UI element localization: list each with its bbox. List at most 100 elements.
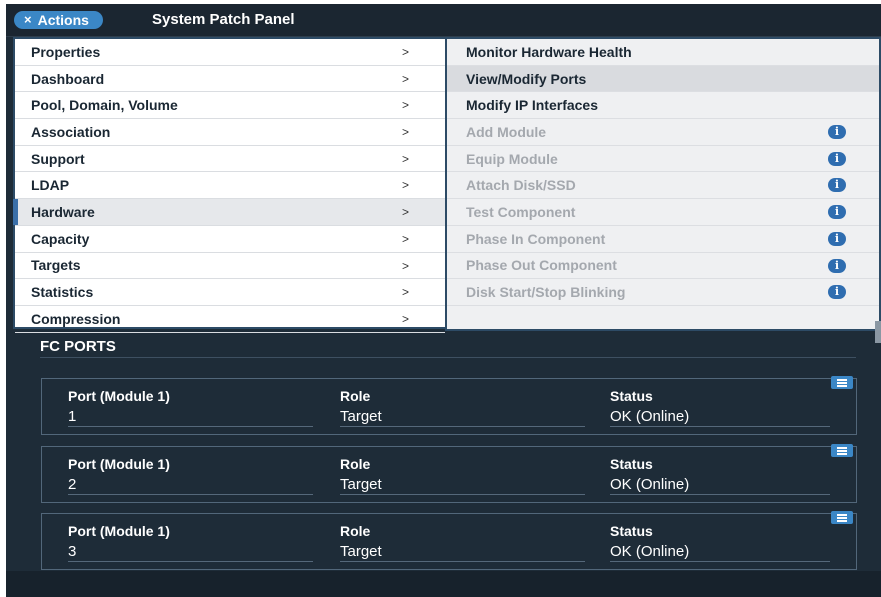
status-value: OK (Online) — [610, 476, 690, 493]
info-icon[interactable]: i — [828, 125, 846, 140]
info-icon[interactable]: i — [828, 178, 846, 193]
section-divider — [40, 357, 856, 358]
field-underline — [68, 561, 313, 562]
title-bar: × Actions System Patch Panel — [6, 4, 881, 37]
chevron-right-icon: > — [402, 151, 410, 166]
field-underline — [68, 494, 313, 495]
system-patch-panel-window: × Actions System Patch Panel Properties >… — [6, 4, 881, 597]
menu-item-label: Capacity — [31, 230, 90, 247]
close-icon[interactable]: × — [24, 11, 32, 29]
menu-item-label: Statistics — [31, 284, 94, 301]
submenu-item-label: Add Module — [466, 123, 547, 140]
menu-item-label: Support — [31, 150, 85, 167]
status-column-label: Status — [610, 523, 653, 539]
bottom-bar — [6, 571, 881, 597]
submenu-item-monitor-hardware-health[interactable]: Monitor Hardware Health — [447, 39, 879, 66]
chevron-right-icon: > — [402, 258, 410, 273]
chevron-right-icon: > — [402, 45, 410, 59]
submenu-item-label: View/Modify Ports — [466, 70, 587, 87]
submenu-item-disk-start-stop-blinking[interactable]: Disk Start/Stop Blinking i — [447, 279, 879, 306]
info-icon[interactable]: i — [828, 151, 846, 166]
field-underline — [610, 494, 830, 495]
submenu-item-phase-in-component[interactable]: Phase In Component i — [447, 226, 879, 253]
info-icon[interactable]: i — [828, 258, 846, 273]
role-column-label: Role — [340, 523, 371, 539]
panel-title: System Patch Panel — [152, 11, 295, 28]
role-column-label: Role — [340, 456, 371, 472]
menu-item-targets[interactable]: Targets > — [15, 253, 445, 280]
submenu-item-equip-module[interactable]: Equip Module i — [447, 146, 879, 173]
chevron-right-icon: > — [402, 231, 410, 246]
submenu-item-test-component[interactable]: Test Component i — [447, 199, 879, 226]
chevron-right-icon: > — [402, 98, 410, 113]
status-column-label: Status — [610, 388, 653, 404]
role-value: Target — [340, 476, 382, 493]
info-icon[interactable]: i — [828, 231, 846, 246]
fc-port-card: Port (Module 1) 2 Role Target Status OK (Onli… — [41, 444, 857, 503]
menu-item-label: LDAP — [31, 177, 70, 194]
role-value: Target — [340, 408, 382, 425]
submenu-item-view-modify-ports[interactable]: View/Modify Ports — [447, 65, 879, 93]
menu-item-dashboard[interactable]: Dashboard > — [15, 66, 445, 93]
fc-port-card: Port (Module 1) 3 Role Target Status OK (Onli… — [41, 511, 857, 570]
status-value: OK (Online) — [610, 543, 690, 560]
role-value: Target — [340, 543, 382, 560]
submenu-item-label: Phase In Component — [466, 230, 606, 247]
submenu-item-add-module[interactable]: Add Module i — [447, 119, 879, 146]
field-underline — [340, 494, 585, 495]
menu-item-hardware[interactable]: Hardware > — [13, 199, 445, 226]
menu-item-properties[interactable]: Properties > — [15, 39, 445, 66]
chevron-right-icon: > — [402, 125, 410, 140]
port-column-label: Port (Module 1) — [68, 388, 170, 404]
hamburger-menu-icon[interactable] — [831, 444, 853, 457]
submenu-item-label: Disk Start/Stop Blinking — [466, 284, 626, 301]
field-underline — [68, 426, 313, 427]
scrollbar-thumb[interactable] — [875, 321, 881, 343]
submenu-item-label: Attach Disk/SSD — [466, 177, 576, 194]
hamburger-menu-icon[interactable] — [831, 511, 853, 524]
port-column-label: Port (Module 1) — [68, 456, 170, 472]
field-underline — [340, 561, 585, 562]
submenu-item-label: Phase Out Component — [466, 257, 617, 274]
menu-item-label: Association — [31, 123, 111, 140]
submenu-item-label: Test Component — [466, 203, 576, 220]
menu-item-association[interactable]: Association > — [15, 119, 445, 146]
actions-button[interactable]: × Actions — [14, 11, 103, 29]
submenu-item-label: Equip Module — [466, 150, 558, 167]
menu-item-statistics[interactable]: Statistics > — [15, 279, 445, 306]
role-column-label: Role — [340, 388, 371, 404]
fc-ports-heading: FC PORTS — [40, 338, 116, 355]
port-column-label: Port (Module 1) — [68, 523, 170, 539]
chevron-right-icon: > — [402, 205, 410, 220]
info-icon[interactable]: i — [828, 205, 846, 220]
field-underline — [610, 561, 830, 562]
port-value: 1 — [68, 408, 77, 425]
submenu-item-modify-ip-interfaces[interactable]: Modify IP Interfaces — [447, 92, 879, 120]
fc-port-card: Port (Module 1) 1 Role Target Status OK (Onli… — [41, 376, 857, 435]
status-column-label: Status — [610, 456, 653, 472]
menu-item-label: Dashboard — [31, 70, 105, 87]
submenu-item-label: Monitor Hardware Health — [466, 43, 632, 60]
menu-item-compression[interactable]: Compression > — [15, 306, 445, 333]
chevron-right-icon: > — [402, 178, 410, 193]
hardware-submenu: Monitor Hardware Health View/Modify Ports… — [445, 37, 881, 331]
menu-item-label: Targets — [31, 257, 81, 274]
hamburger-menu-icon[interactable] — [831, 376, 853, 389]
menu-item-support[interactable]: Support > — [15, 146, 445, 173]
submenu-item-phase-out-component[interactable]: Phase Out Component i — [447, 253, 879, 280]
menu-item-ldap[interactable]: LDAP > — [15, 172, 445, 200]
submenu-item-label: Modify IP Interfaces — [466, 97, 599, 114]
info-icon[interactable]: i — [828, 285, 846, 300]
menu-item-capacity[interactable]: Capacity > — [15, 226, 445, 253]
actions-label: Actions — [37, 12, 89, 28]
chevron-right-icon: > — [402, 285, 410, 300]
chevron-right-icon: > — [402, 71, 410, 86]
actions-menu: Properties > Dashboard > Pool, Domain, Volum… — [13, 37, 445, 333]
menu-item-pool-domain-volume[interactable]: Pool, Domain, Volume > — [15, 92, 445, 120]
field-underline — [340, 426, 585, 427]
menu-item-label: Properties — [31, 43, 101, 60]
menu-item-label: Pool, Domain, Volume — [31, 97, 178, 114]
chevron-right-icon: > — [402, 311, 410, 326]
submenu-item-attach-disk-ssd[interactable]: Attach Disk/SSD i — [447, 172, 879, 200]
menu-item-label: Hardware — [31, 203, 95, 220]
